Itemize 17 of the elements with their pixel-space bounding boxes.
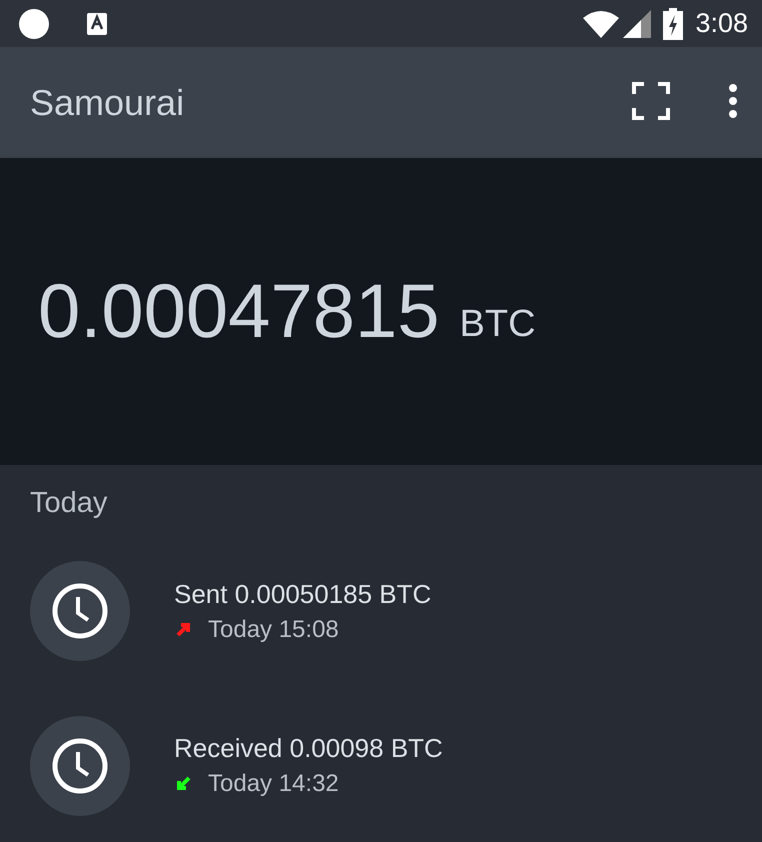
circle-icon <box>18 8 50 40</box>
signal-icon <box>623 10 652 38</box>
status-time: 3:08 <box>695 8 748 39</box>
clock-icon <box>51 736 109 794</box>
transaction-title: Received 0.00098 BTC <box>174 733 443 764</box>
scan-button[interactable] <box>632 82 670 123</box>
clock-icon <box>51 582 109 640</box>
wifi-icon <box>583 10 620 38</box>
balance-unit: BTC <box>460 303 536 346</box>
transaction-title: Sent 0.00050185 BTC <box>174 578 432 610</box>
section-header: Today <box>30 487 108 521</box>
app-title: Samourai <box>30 82 186 124</box>
transaction-time: Today 15:08 <box>208 616 339 644</box>
battery-icon <box>663 8 684 40</box>
transaction-time: Today 14:32 <box>208 770 339 798</box>
balance-amount: 0.00047815 <box>38 268 440 355</box>
keyboard-app-icon <box>86 12 108 36</box>
